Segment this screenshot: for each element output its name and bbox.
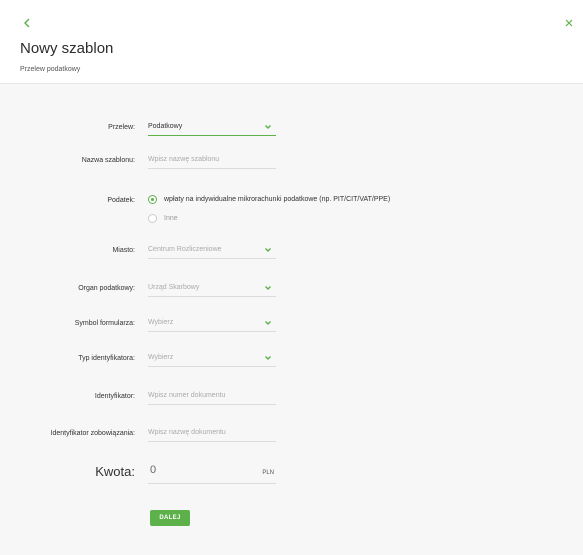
currency-label: PLN <box>262 470 274 476</box>
chevron-left-icon[interactable] <box>20 16 34 30</box>
nazwa-input[interactable]: Wpisz nazwę szablonu <box>148 151 276 169</box>
kwota-input[interactable]: 0 PLN <box>148 462 276 484</box>
page-title: Nowy szablon <box>20 40 114 57</box>
kwota-label: Kwota: <box>95 464 135 479</box>
przelew-label: Przelew: <box>108 124 135 131</box>
miasto-select[interactable]: Centrum Rozliczeniowe <box>148 241 276 259</box>
typ-placeholder: Wybierz <box>148 354 174 361</box>
nazwa-label: Nazwa szablonu: <box>81 157 135 164</box>
radio-inne-label: Inne <box>164 215 178 222</box>
identyfikator-placeholder: Wpisz numer dokumentu <box>148 392 226 399</box>
chevron-down-icon <box>265 125 271 129</box>
symbol-placeholder: Wybierz <box>148 319 174 326</box>
przelew-select[interactable]: Podatkowy <box>148 118 276 136</box>
page-header: Nowy szablon Przelew podatkowy <box>0 0 583 84</box>
chevron-down-icon <box>265 356 271 360</box>
page-subtitle: Przelew podatkowy <box>20 66 81 73</box>
chevron-down-icon <box>265 248 271 252</box>
organ-label: Organ podatkowy: <box>78 285 135 292</box>
zobowiazanie-label: Identyfikator zobowiązania: <box>50 430 135 437</box>
radio-checked-icon <box>148 195 157 204</box>
przelew-value: Podatkowy <box>148 123 183 130</box>
organ-value: Urząd Skarbowy <box>148 284 200 291</box>
chevron-down-icon <box>265 286 271 290</box>
podatek-label: Podatek: <box>107 197 135 204</box>
organ-select[interactable]: Urząd Skarbowy <box>148 279 276 297</box>
zobowiazanie-input[interactable]: Wpisz nazwę dokumentu <box>148 424 276 442</box>
miasto-value: Centrum Rozliczeniowe <box>148 246 222 253</box>
kwota-value: 0 <box>150 464 157 476</box>
symbol-label: Symbol formularza: <box>74 320 135 327</box>
radio-mikrorachunek-label: wpłaty na indywidualne mikrorachunki pod… <box>164 196 391 203</box>
miasto-label: Miasto: <box>112 247 135 254</box>
radio-mikrorachunek[interactable]: wpłaty na indywidualne mikrorachunki pod… <box>148 195 390 204</box>
radio-unchecked-icon <box>148 214 157 223</box>
identyfikator-input[interactable]: Wpisz numer dokumentu <box>148 387 276 405</box>
zobowiazanie-placeholder: Wpisz nazwę dokumentu <box>148 429 226 436</box>
typ-label: Typ identyfikatora: <box>78 355 135 362</box>
dalej-button[interactable]: DALEJ <box>150 510 190 526</box>
radio-inne[interactable]: Inne <box>148 214 178 223</box>
nazwa-placeholder: Wpisz nazwę szablonu <box>148 156 220 163</box>
symbol-select[interactable]: Wybierz <box>148 314 276 332</box>
typ-select[interactable]: Wybierz <box>148 349 276 367</box>
close-icon[interactable] <box>562 16 576 30</box>
identyfikator-label: Identyfikator: <box>94 393 135 400</box>
chevron-down-icon <box>265 321 271 325</box>
